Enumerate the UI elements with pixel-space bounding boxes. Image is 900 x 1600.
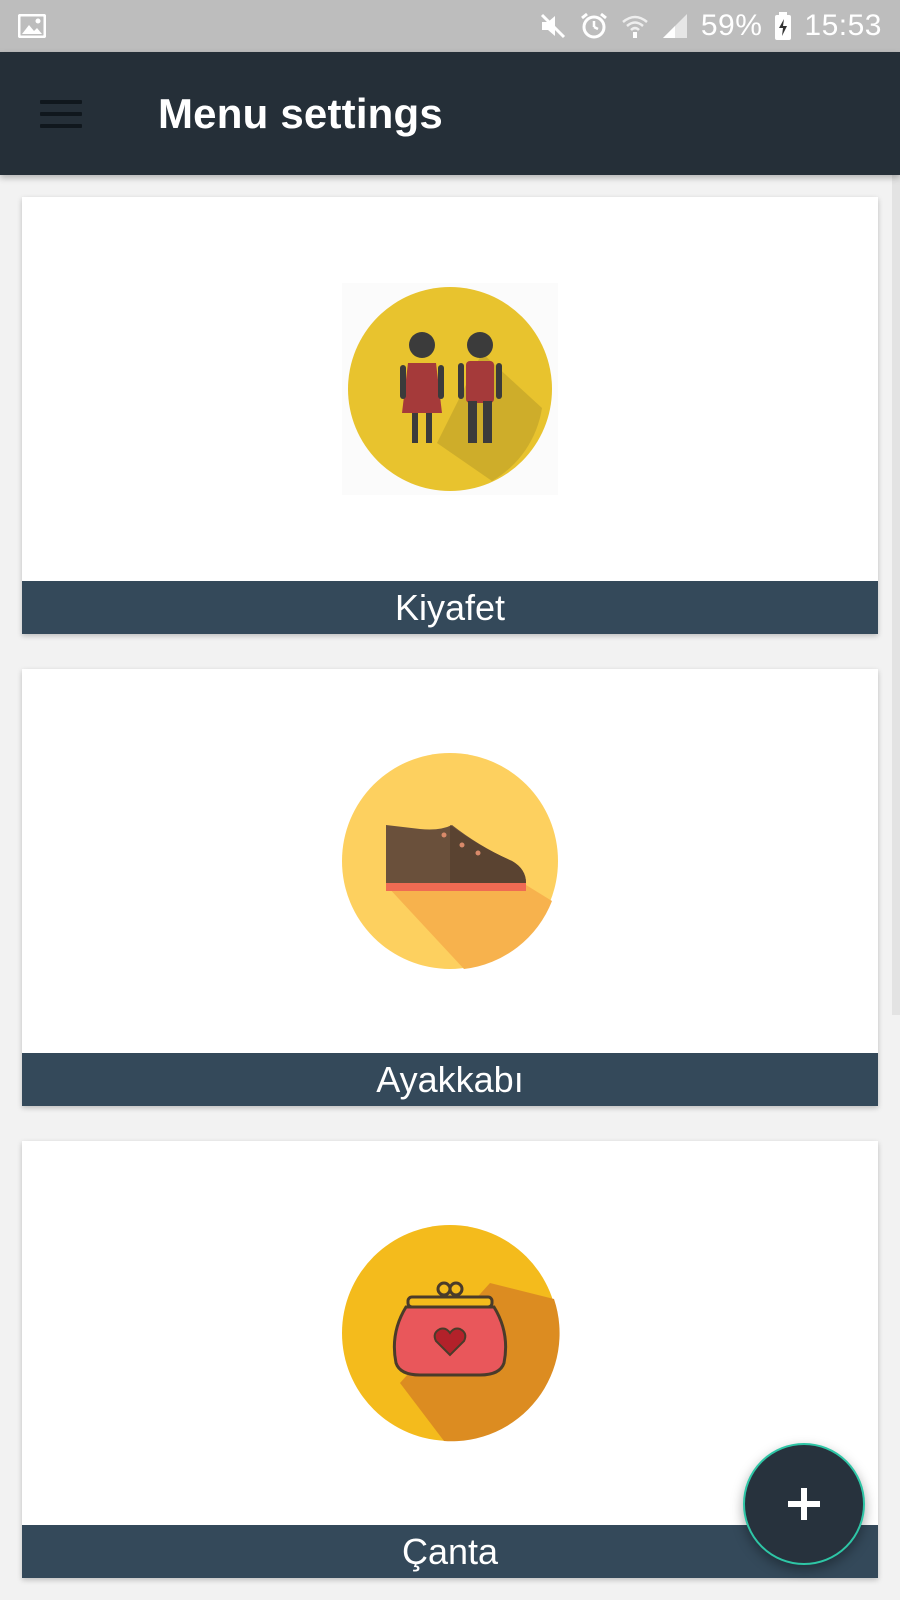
category-list[interactable]: Kiyafet Ayakkabı Çanta [0, 175, 900, 1600]
category-label: Kiyafet [22, 581, 878, 634]
image-icon [18, 14, 46, 38]
clock: 15:53 [804, 9, 882, 42]
clothing-couple-icon [342, 283, 558, 495]
category-card-kiyafet[interactable]: Kiyafet [22, 197, 878, 634]
purse-icon [342, 1225, 560, 1442]
battery-charging-icon [774, 11, 792, 41]
wifi-icon [621, 12, 649, 40]
shoe-icon [342, 753, 558, 969]
battery-percentage: 59% [700, 9, 763, 42]
category-image [22, 197, 878, 581]
status-bar: 59% 15:53 [0, 0, 900, 52]
hamburger-menu-icon[interactable] [40, 94, 100, 134]
page-title: Menu settings [158, 89, 443, 137]
mute-icon [539, 12, 567, 40]
scrollbar[interactable] [892, 175, 900, 1015]
category-image [22, 669, 878, 1053]
category-image [22, 1141, 878, 1525]
app-bar: Menu settings [0, 52, 900, 175]
signal-icon [661, 12, 689, 40]
category-label: Ayakkabı [22, 1053, 878, 1106]
add-button[interactable] [743, 1443, 865, 1565]
category-card-ayakkabi[interactable]: Ayakkabı [22, 669, 878, 1106]
plus-icon [788, 1488, 820, 1520]
alarm-icon [579, 11, 609, 41]
